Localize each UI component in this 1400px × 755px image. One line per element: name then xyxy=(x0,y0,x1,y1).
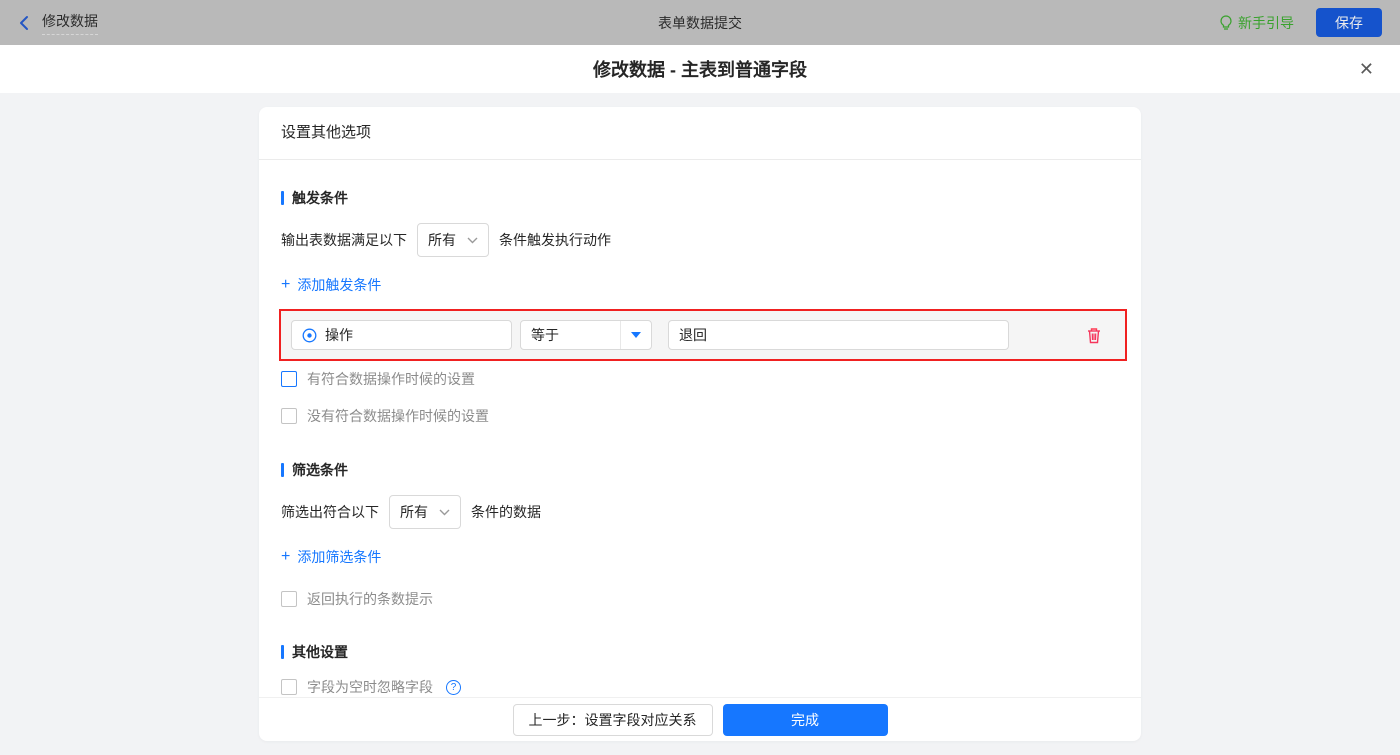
condition-operator-value: 等于 xyxy=(531,327,559,343)
filter-section-title: 筛选条件 xyxy=(281,460,1119,480)
trigger-title-text: 触发条件 xyxy=(292,190,348,206)
chevron-left-icon xyxy=(18,15,30,31)
lightbulb-icon xyxy=(1219,14,1233,31)
caret-down-icon[interactable] xyxy=(620,321,651,349)
checkbox-ignore-empty-label: 字段为空时忽略字段 xyxy=(307,679,433,695)
chevron-down-icon xyxy=(467,237,478,244)
trigger-match-value: 所有 xyxy=(428,232,456,248)
condition-field-value: 操作 xyxy=(325,327,353,343)
checkbox-return-count-label: 返回执行的条数提示 xyxy=(307,591,433,607)
trigger-sentence-suffix: 条件触发执行动作 xyxy=(499,232,611,248)
condition-operator-select[interactable]: 等于 xyxy=(520,320,652,350)
topbar: 修改数据 表单数据提交 新手引导 保存 xyxy=(0,0,1400,45)
checkbox-return-count[interactable] xyxy=(281,591,297,607)
trigger-sentence-prefix: 输出表数据满足以下 xyxy=(281,232,407,248)
condition-value-text: 退回 xyxy=(679,327,707,343)
topbar-actions: 新手引导 保存 xyxy=(1219,8,1382,37)
checkbox-has-match[interactable] xyxy=(281,371,297,387)
chevron-down-icon xyxy=(439,509,450,516)
section-bar-icon xyxy=(281,463,284,477)
guide-label: 新手引导 xyxy=(1238,14,1294,31)
dialog-title: 修改数据 - 主表到普通字段 xyxy=(593,60,807,80)
back-label: 修改数据 xyxy=(42,11,98,35)
checkbox-has-match-label: 有符合数据操作时候的设置 xyxy=(307,371,475,387)
add-filter-condition-label: 添加筛选条件 xyxy=(297,549,382,565)
close-icon[interactable]: ✕ xyxy=(1359,60,1374,78)
section-bar-icon xyxy=(281,645,284,659)
trigger-sentence: 输出表数据满足以下 所有 条件触发执行动作 xyxy=(281,223,1119,257)
guide-link[interactable]: 新手引导 xyxy=(1219,13,1294,33)
card-body: 触发条件 输出表数据满足以下 所有 条件触发执行动作 + 添加触发条件 操作 等… xyxy=(259,160,1141,697)
other-title-text: 其他设置 xyxy=(292,644,348,660)
trigger-match-select[interactable]: 所有 xyxy=(417,223,489,257)
options-card: 设置其他选项 触发条件 输出表数据满足以下 所有 条件触发执行动作 + 添加触发… xyxy=(259,107,1141,741)
checkbox-row-has-match: 有符合数据操作时候的设置 xyxy=(281,369,1119,389)
filter-title-text: 筛选条件 xyxy=(292,462,348,478)
add-filter-condition-link[interactable]: + 添加筛选条件 xyxy=(281,547,381,567)
plus-icon: + xyxy=(281,548,291,565)
trash-icon[interactable] xyxy=(1086,327,1102,344)
checkbox-ignore-empty[interactable] xyxy=(281,679,297,695)
back-button[interactable]: 修改数据 xyxy=(18,11,98,35)
dialog-header: 修改数据 - 主表到普通字段 ✕ xyxy=(0,45,1400,93)
checkbox-no-match[interactable] xyxy=(281,408,297,424)
done-button[interactable]: 完成 xyxy=(722,703,888,736)
checkbox-row-no-match: 没有符合数据操作时候的设置 xyxy=(281,406,1119,426)
add-trigger-condition-label: 添加触发条件 xyxy=(297,277,382,293)
filter-sentence-prefix: 筛选出符合以下 xyxy=(281,504,379,520)
plus-icon: + xyxy=(281,276,291,293)
other-section-title: 其他设置 xyxy=(281,642,1119,662)
section-bar-icon xyxy=(281,191,284,205)
trigger-section-title: 触发条件 xyxy=(281,188,1119,208)
save-button[interactable]: 保存 xyxy=(1316,8,1382,37)
card-footer: 上一步：设置字段对应关系 完成 xyxy=(259,697,1141,741)
topbar-title: 表单数据提交 xyxy=(658,14,742,31)
filter-sentence-suffix: 条件的数据 xyxy=(471,504,541,520)
dialog-body: 设置其他选项 触发条件 输出表数据满足以下 所有 条件触发执行动作 + 添加触发… xyxy=(0,93,1400,755)
add-trigger-condition-link[interactable]: + 添加触发条件 xyxy=(281,275,381,295)
checkbox-row-return-count: 返回执行的条数提示 xyxy=(281,589,1119,609)
checkbox-no-match-label: 没有符合数据操作时候的设置 xyxy=(307,408,489,424)
previous-step-button[interactable]: 上一步：设置字段对应关系 xyxy=(512,703,713,736)
condition-field-input[interactable]: 操作 xyxy=(291,320,512,350)
card-title: 设置其他选项 xyxy=(259,107,1141,160)
checkbox-row-ignore-empty: 字段为空时忽略字段 ? xyxy=(281,677,1119,697)
trigger-condition-row-highlighted: 操作 等于 退回 xyxy=(279,309,1127,361)
radio-icon xyxy=(302,328,317,343)
filter-match-value: 所有 xyxy=(400,504,428,520)
condition-value-input[interactable]: 退回 xyxy=(668,320,1009,350)
filter-match-select[interactable]: 所有 xyxy=(389,495,461,529)
help-icon[interactable]: ? xyxy=(446,679,461,695)
filter-sentence: 筛选出符合以下 所有 条件的数据 xyxy=(281,495,1119,529)
